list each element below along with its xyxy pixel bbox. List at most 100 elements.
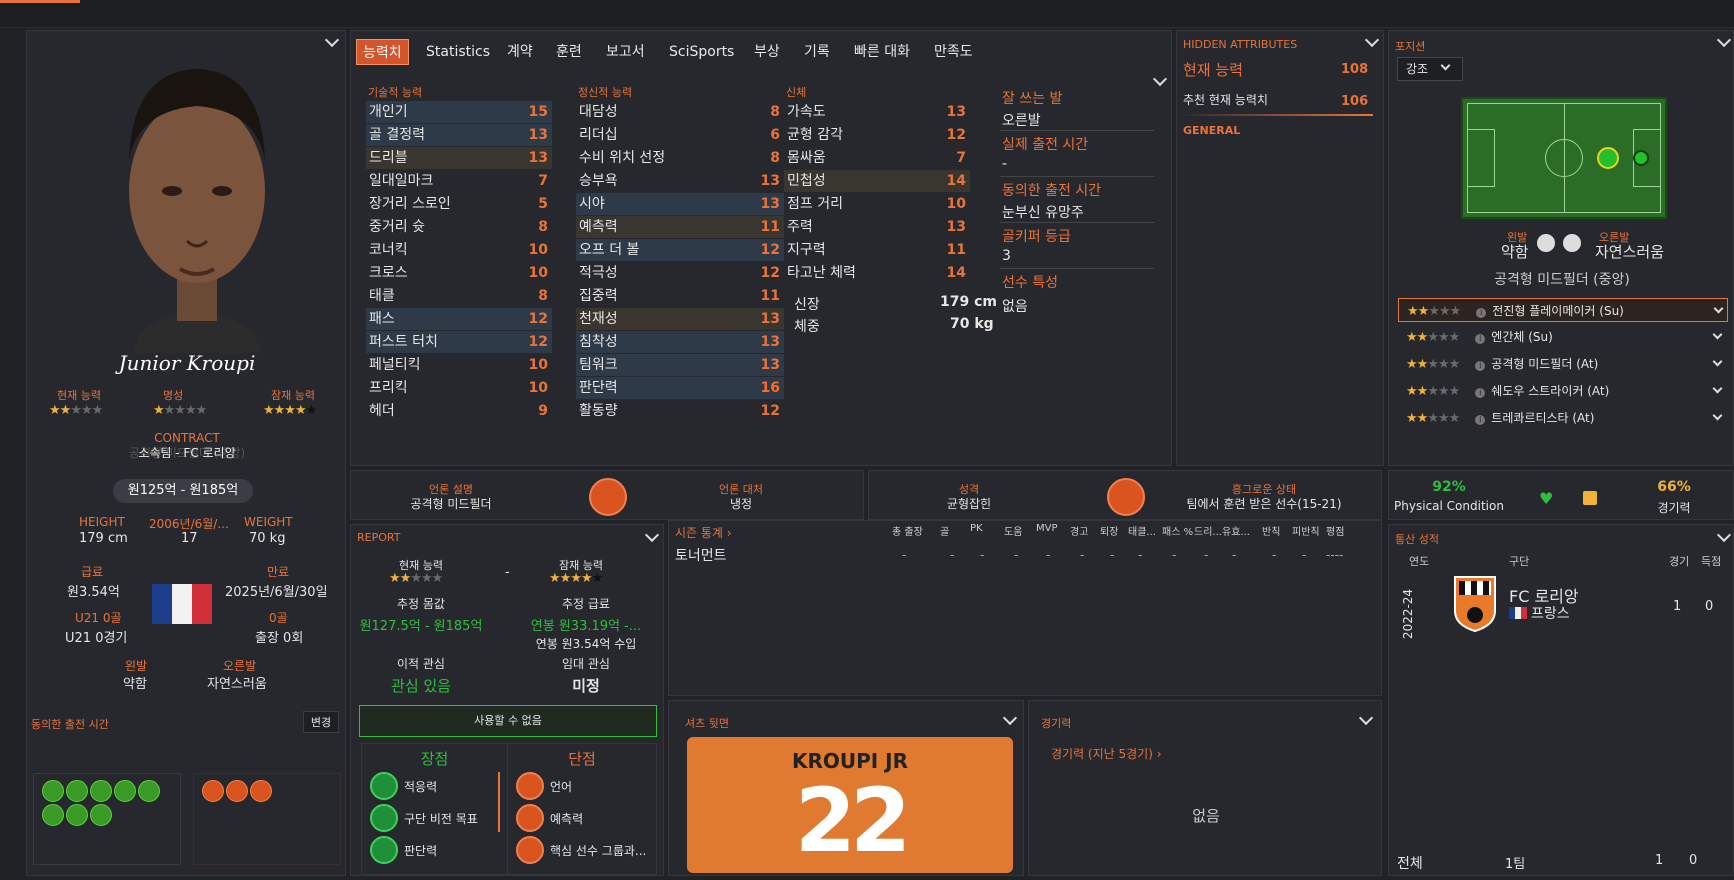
attribute-row[interactable]: 시야 13: [576, 193, 784, 215]
signpost-icon[interactable]: [90, 780, 112, 802]
chevron-down-icon[interactable]: [1712, 410, 1723, 421]
attribute-row[interactable]: 장거리 스로인 5: [366, 193, 552, 215]
tab-contract[interactable]: 계약: [501, 39, 539, 65]
role-row[interactable]: ★★★★★ i 쉐도우 스트라이커 (At): [1398, 379, 1728, 403]
attribute-row[interactable]: 주력 13: [784, 216, 970, 238]
attribute-row[interactable]: 패스 12: [366, 308, 552, 330]
lightbulb-icon[interactable]: [226, 780, 248, 802]
attribute-row[interactable]: 균형 감각 12: [784, 124, 970, 146]
attribute-row[interactable]: 승부욕 13: [576, 170, 784, 192]
attribute-row[interactable]: 드리블 13: [366, 147, 552, 169]
attribute-row[interactable]: 중거리 슛 8: [366, 216, 552, 238]
attribute-row[interactable]: 팀워크 13: [576, 354, 784, 376]
season-col-header[interactable]: 퇴장: [1100, 523, 1118, 538]
tab-attributes[interactable]: 능력치: [356, 39, 409, 65]
attribute-row[interactable]: 침착성 13: [576, 331, 784, 353]
attribute-row[interactable]: 타고난 체력 14: [784, 262, 970, 284]
handshake-icon[interactable]: [114, 780, 136, 802]
attribute-row[interactable]: 수비 위치 선정 8: [576, 147, 784, 169]
attribute-row[interactable]: 대담성 8: [576, 101, 784, 123]
target-icon[interactable]: [42, 804, 64, 826]
season-col-header[interactable]: 평점: [1326, 523, 1344, 538]
unusable-button[interactable]: 사용할 수 없음: [359, 705, 657, 737]
flask-icon[interactable]: [250, 780, 272, 802]
season-col-header[interactable]: 골: [940, 523, 949, 538]
attribute-row[interactable]: 페널티킥 10: [366, 354, 552, 376]
attribute-row[interactable]: 리더십 6: [576, 124, 784, 146]
season-col-header[interactable]: 드리...: [1194, 523, 1222, 538]
attribute-row[interactable]: 골 결정력 13: [366, 124, 552, 146]
head-icon[interactable]: [138, 780, 160, 802]
season-col-header[interactable]: 피반칙: [1292, 523, 1320, 538]
pencil-icon[interactable]: [66, 804, 88, 826]
chevron-down-icon[interactable]: [1358, 710, 1374, 726]
season-col-header[interactable]: 태클...: [1128, 523, 1156, 538]
position-marker-main[interactable]: [1597, 147, 1619, 169]
attribute-row[interactable]: 프리킥 10: [366, 377, 552, 399]
attribute-row[interactable]: 적극성 12: [576, 262, 784, 284]
attribute-row[interactable]: 퍼스트 터치 12: [366, 331, 552, 353]
chevron-down-icon[interactable]: [1712, 329, 1723, 340]
attribute-row[interactable]: 지구력 11: [784, 239, 970, 261]
info-icon[interactable]: i: [1475, 388, 1486, 398]
attribute-row[interactable]: 집중력 11: [576, 285, 784, 307]
season-col-header[interactable]: 경고: [1070, 523, 1088, 538]
chevron-down-icon[interactable]: [644, 527, 660, 543]
tab-injury[interactable]: 부상: [748, 39, 786, 65]
attribute-row[interactable]: 판단력 16: [576, 377, 784, 399]
chevron-down-icon[interactable]: [1364, 32, 1380, 48]
role-row[interactable]: ★★★★★ i 전진형 플레이메이커 (Su): [1398, 298, 1728, 322]
position-marker-secondary[interactable]: [1633, 150, 1649, 166]
attribute-row[interactable]: 개인기 15: [366, 101, 552, 123]
highlight-dropdown[interactable]: 강조: [1397, 57, 1463, 81]
attribute-row[interactable]: 점프 거리 10: [784, 193, 970, 215]
chevron-down-icon[interactable]: [1713, 303, 1724, 314]
briefcase-icon[interactable]: [42, 780, 64, 802]
attribute-row[interactable]: 천재성 13: [576, 308, 784, 330]
info-icon[interactable]: i: [1476, 308, 1487, 318]
tab-training[interactable]: 훈련: [550, 39, 588, 65]
tab-history[interactable]: 기록: [798, 39, 836, 65]
chevron-down-icon[interactable]: [1716, 527, 1732, 543]
attribute-row[interactable]: 일대일마크 7: [366, 170, 552, 192]
season-col-header[interactable]: 반칙: [1262, 523, 1280, 538]
season-title[interactable]: 시즌 통계 ›: [675, 524, 732, 541]
chevron-down-icon[interactable]: [1002, 710, 1018, 726]
chevron-down-icon[interactable]: [1712, 383, 1723, 394]
tab-statistics[interactable]: Statistics: [420, 39, 496, 65]
attribute-row[interactable]: 태클 8: [366, 285, 552, 307]
form-link[interactable]: 경기력 (지난 5경기) ›: [1051, 745, 1162, 762]
attribute-row[interactable]: 활동량 12: [576, 400, 784, 422]
tab-happiness[interactable]: 만족도: [928, 39, 979, 65]
info-icon[interactable]: i: [1475, 415, 1486, 425]
group-icon[interactable]: [66, 780, 88, 802]
info-icon[interactable]: i: [1475, 361, 1486, 371]
season-col-header[interactable]: PK: [970, 523, 983, 534]
season-col-header[interactable]: 패스 %: [1162, 523, 1193, 538]
attribute-row[interactable]: 민첩성 14: [784, 170, 970, 192]
tab-scisports[interactable]: SciSports: [663, 39, 740, 65]
chevron-down-icon[interactable]: [1712, 356, 1723, 367]
change-button[interactable]: 변경: [303, 711, 339, 733]
season-col-header[interactable]: 총 출장: [892, 523, 923, 538]
season-col-header[interactable]: MVP: [1036, 523, 1058, 534]
attribute-row[interactable]: 헤더 9: [366, 400, 552, 422]
season-col-header[interactable]: 유효...: [1222, 523, 1250, 538]
tag-icon[interactable]: [90, 804, 112, 826]
info-icon[interactable]: i: [1475, 334, 1486, 344]
attribute-row[interactable]: 코너킥 10: [366, 239, 552, 261]
attribute-row[interactable]: 몸싸움 7: [784, 147, 970, 169]
attribute-row[interactable]: 크로스 10: [366, 262, 552, 284]
season-col-header[interactable]: 도움: [1004, 523, 1022, 538]
chevron-down-icon[interactable]: [324, 32, 340, 48]
chevron-down-icon[interactable]: [1716, 32, 1732, 48]
attribute-row[interactable]: 가속도 13: [784, 101, 970, 123]
attribute-row[interactable]: 예측력 11: [576, 216, 784, 238]
role-row[interactable]: ★★★★★ i 트레콰르티스타 (At): [1398, 406, 1728, 430]
role-row[interactable]: ★★★★★ i 공격형 미드필더 (At): [1398, 352, 1728, 376]
tab-quick-chat[interactable]: 빠른 대화: [848, 39, 916, 65]
role-row[interactable]: ★★★★★ i 엔간체 (Su): [1398, 325, 1728, 349]
attribute-row[interactable]: 오프 더 볼 12: [576, 239, 784, 261]
speech-icon[interactable]: [202, 780, 224, 802]
tab-reports[interactable]: 보고서: [600, 39, 651, 65]
